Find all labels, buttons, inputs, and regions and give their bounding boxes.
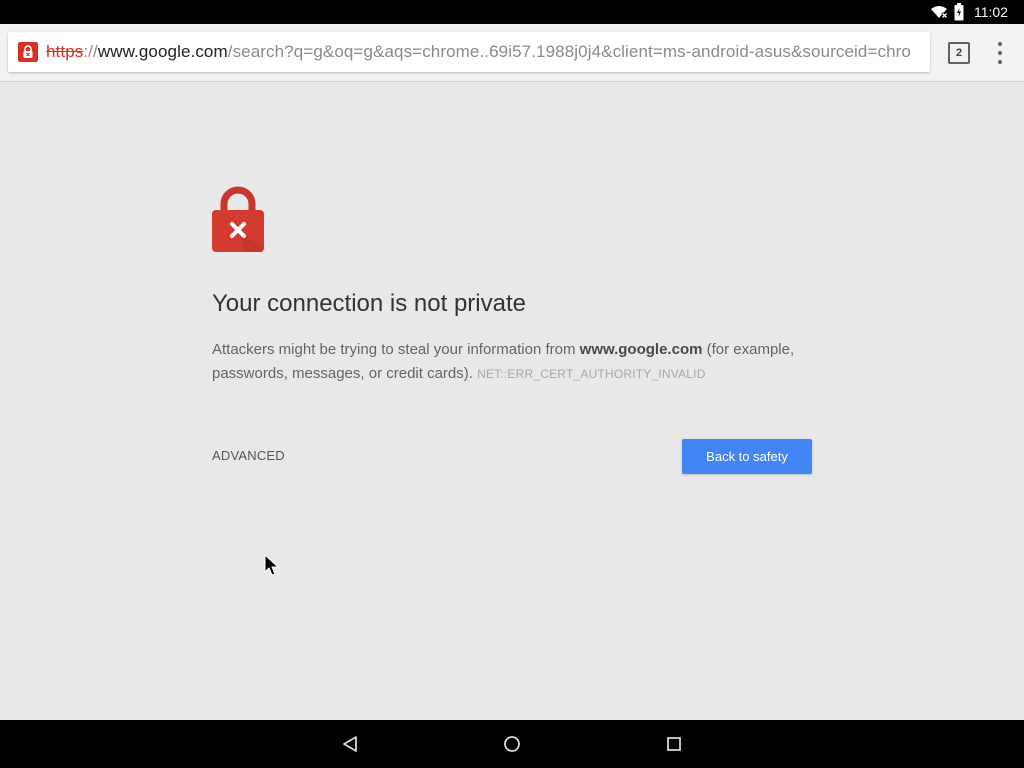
back-icon[interactable] (338, 732, 362, 756)
explanation-prefix: Attackers might be trying to steal your … (212, 341, 580, 358)
omnibox[interactable]: https://www.google.com/search?q=g&oq=g&a… (8, 32, 930, 72)
tab-switcher-button[interactable]: 2 (948, 42, 970, 64)
overflow-menu-icon[interactable] (986, 40, 1014, 66)
url-host: www.google.com (97, 42, 228, 61)
browser-toolbar: https://www.google.com/search?q=g&oq=g&a… (0, 24, 1024, 82)
navigation-bar (0, 720, 1024, 768)
url-text[interactable]: https://www.google.com/search?q=g&oq=g&a… (46, 42, 911, 62)
home-icon[interactable] (500, 732, 524, 756)
url-scheme: https (46, 42, 84, 61)
broken-lock-icon[interactable] (18, 42, 38, 62)
tab-count: 2 (955, 47, 963, 59)
back-to-safety-button[interactable]: Back to safety (682, 439, 812, 474)
wifi-icon (931, 6, 948, 19)
error-code[interactable]: NET::ERR_CERT_AUTHORITY_INVALID (477, 367, 705, 381)
battery-icon (954, 3, 964, 21)
interstitial-page: Your connection is not private Attackers… (0, 82, 1024, 720)
recents-icon[interactable] (662, 732, 686, 756)
hostname: www.google.com (579, 341, 703, 358)
page-title: Your connection is not private (212, 290, 526, 317)
status-bar: 11:02 (0, 0, 1024, 24)
url-path: /search?q=g&oq=g&aqs=chrome..69i57.1988j… (227, 42, 911, 61)
status-icons: 11:02 (930, 0, 1008, 24)
explanation-text: Attackers might be trying to steal your … (212, 338, 812, 386)
url-separator: :// (83, 42, 98, 61)
red-lock-icon (212, 186, 264, 252)
mouse-cursor-icon (264, 554, 280, 576)
advanced-button[interactable]: ADVANCED (212, 448, 285, 463)
status-time: 11:02 (974, 4, 1008, 20)
